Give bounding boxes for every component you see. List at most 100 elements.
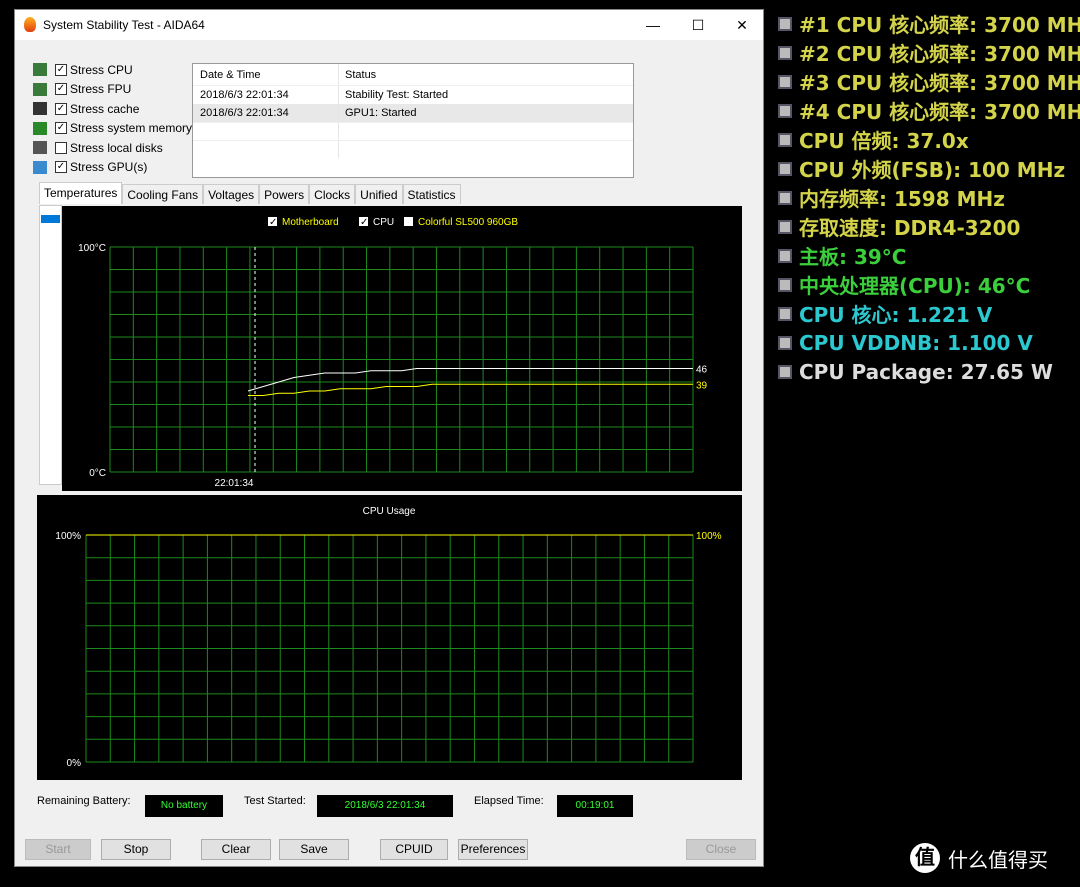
tab-voltages[interactable]: Voltages [203, 184, 260, 204]
sensor-icon [778, 132, 792, 147]
watermark-text: 什么值得买 [948, 849, 1048, 872]
elapsed-value: 00:19:01 [557, 795, 633, 817]
stress-option-label: Stress local disks [70, 140, 163, 155]
battery-label: Remaining Battery: [37, 795, 131, 807]
tab-temperatures[interactable]: Temperatures [39, 182, 123, 204]
close-window-button[interactable]: ✕ [719, 10, 765, 40]
fpu-icon [33, 82, 47, 96]
checkbox[interactable]: ✓ [55, 102, 67, 115]
aida64-window: System Stability Test - AIDA64 — ☐ ✕ ✓ St… [14, 9, 764, 867]
log-status: Stability Test: Started [345, 89, 449, 101]
test-started-value: 2018/6/3 22:01:34 [317, 795, 453, 817]
overlay-row: 主板: 39°C [778, 241, 1080, 270]
overlay-row: 中央处理器(CPU): 46°C [778, 270, 1080, 299]
overlay-text: CPU VDDNB: 1.100 V [799, 330, 1033, 355]
sensor-scrollbar[interactable] [39, 205, 62, 485]
checkbox[interactable]: ✓ [55, 161, 67, 174]
check-mark: ✓ [269, 217, 277, 228]
aida64-flame-icon [24, 17, 36, 32]
tab-cooling-fans[interactable]: Cooling Fans [122, 184, 204, 204]
smzdm-watermark: 值什么值得买 [910, 843, 1048, 873]
overlay-row: CPU Package: 27.65 W [778, 357, 1080, 386]
checkbox[interactable]: ✓ [55, 63, 67, 76]
title-bar: System Stability Test - AIDA64 — ☐ ✕ [15, 10, 763, 40]
mb-value-label: 39 [696, 380, 708, 391]
close-button[interactable]: Close [686, 839, 756, 860]
stress-option[interactable]: ✓ Stress GPU(s) [33, 158, 192, 178]
maximize-button[interactable]: ☐ [675, 10, 721, 40]
sensor-icon [778, 248, 792, 263]
checkbox[interactable] [55, 141, 67, 154]
overlay-text: CPU Package: 27.65 W [799, 359, 1053, 384]
tab-clocks[interactable]: Clocks [309, 184, 356, 204]
sensor-icon [778, 190, 792, 205]
cpu-value-label: 46 [696, 365, 708, 376]
test-started-label: Test Started: [244, 795, 306, 807]
stress-option[interactable]: ✓ Stress FPU [33, 80, 192, 100]
log-row[interactable]: 2018/6/3 22:01:34 GPU1: Started [193, 104, 633, 122]
check-mark: ✓ [360, 217, 368, 228]
logo-icon: 值 [910, 843, 940, 873]
preferences-button[interactable]: Preferences [458, 839, 528, 860]
overlay-row: 存取速度: DDR4-3200 [778, 212, 1080, 241]
stop-button[interactable]: Stop [101, 839, 171, 860]
battery-value: No battery [145, 795, 223, 817]
overlay-text: #4 CPU 核心频率: 3700 MHz [799, 100, 1080, 124]
sensor-icon [778, 103, 792, 118]
save-button[interactable]: Save [279, 839, 349, 860]
log-datetime: 2018/6/3 22:01:34 [193, 104, 339, 122]
overlay-text: CPU 倍频: 37.0x [799, 129, 969, 153]
log-status: GPU1: Started [345, 107, 417, 119]
sensor-icon [778, 219, 792, 234]
legend-label: Motherboard [282, 217, 339, 228]
event-log: Date & Time Status 2018/6/3 22:01:34 Stabi… [192, 63, 634, 178]
time-label: 22:01:34 [215, 478, 254, 489]
col-header-status[interactable]: Status [339, 64, 633, 85]
stress-option-label: Stress CPU [70, 62, 133, 77]
elapsed-label: Elapsed Time: [474, 795, 544, 807]
y-max-label: 100°C [78, 243, 106, 254]
tab-statistics[interactable]: Statistics [402, 184, 461, 204]
overlay-row: #1 CPU 核心频率: 3700 MHz [778, 9, 1080, 38]
sensor-overlay: #1 CPU 核心频率: 3700 MHz #2 CPU 核心频率: 3700 M… [778, 9, 1080, 386]
stress-option[interactable]: ✓ Stress cache [33, 99, 192, 119]
cpu-icon [33, 63, 47, 77]
sensor-icon [778, 16, 792, 31]
clear-button[interactable]: Clear [201, 839, 271, 860]
stress-option[interactable]: ✓ Stress system memory [33, 119, 192, 139]
stress-option-label: Stress system memory [70, 121, 193, 136]
stress-option[interactable]: Stress local disks [33, 138, 192, 158]
stress-option[interactable]: ✓ Stress CPU [33, 60, 192, 80]
checkbox[interactable]: ✓ [55, 122, 67, 135]
motherboard-series [248, 383, 693, 396]
sensor-tabs: Temperatures Cooling Fans Voltages Powers Cl… [39, 182, 461, 204]
stress-option-label: Stress cache [70, 101, 140, 116]
legend-label: CPU [373, 217, 394, 228]
cpu-usage-chart: CPU Usage 100% 0% 100% [37, 495, 742, 780]
usage-value-label: 100% [696, 531, 722, 542]
sensor-icon [778, 306, 792, 321]
minimize-button[interactable]: — [630, 10, 676, 40]
stress-option-label: Stress FPU [70, 82, 132, 97]
overlay-text: 存取速度: DDR4-3200 [799, 216, 1021, 240]
tab-powers[interactable]: Powers [259, 184, 310, 204]
overlay-row: 内存频率: 1598 MHz [778, 183, 1080, 212]
tab-unified[interactable]: Unified [355, 184, 403, 204]
start-button[interactable]: Start [25, 839, 91, 860]
cpuid-button[interactable]: CPUID [380, 839, 448, 860]
overlay-text: #1 CPU 核心频率: 3700 MHz [799, 13, 1080, 37]
cpu-series [247, 368, 693, 392]
memory-icon [33, 121, 47, 135]
stress-options: ✓ Stress CPU ✓ Stress FPU ✓ Stress cache ✓ Stre… [33, 60, 192, 177]
overlay-row: CPU VDDNB: 1.100 V [778, 328, 1080, 357]
checkbox[interactable]: ✓ [55, 83, 67, 96]
legend-checkbox [404, 217, 413, 226]
log-row[interactable]: 2018/6/3 22:01:34 Stability Test: Started [193, 86, 633, 104]
window-title: System Stability Test - AIDA64 [43, 18, 205, 32]
cache-icon [33, 102, 47, 116]
overlay-row: #3 CPU 核心频率: 3700 MHz [778, 67, 1080, 96]
col-header-datetime[interactable]: Date & Time [193, 64, 339, 85]
gpu-icon [33, 160, 47, 174]
sensor-icon [778, 277, 792, 292]
usage-title: CPU Usage [363, 506, 416, 517]
